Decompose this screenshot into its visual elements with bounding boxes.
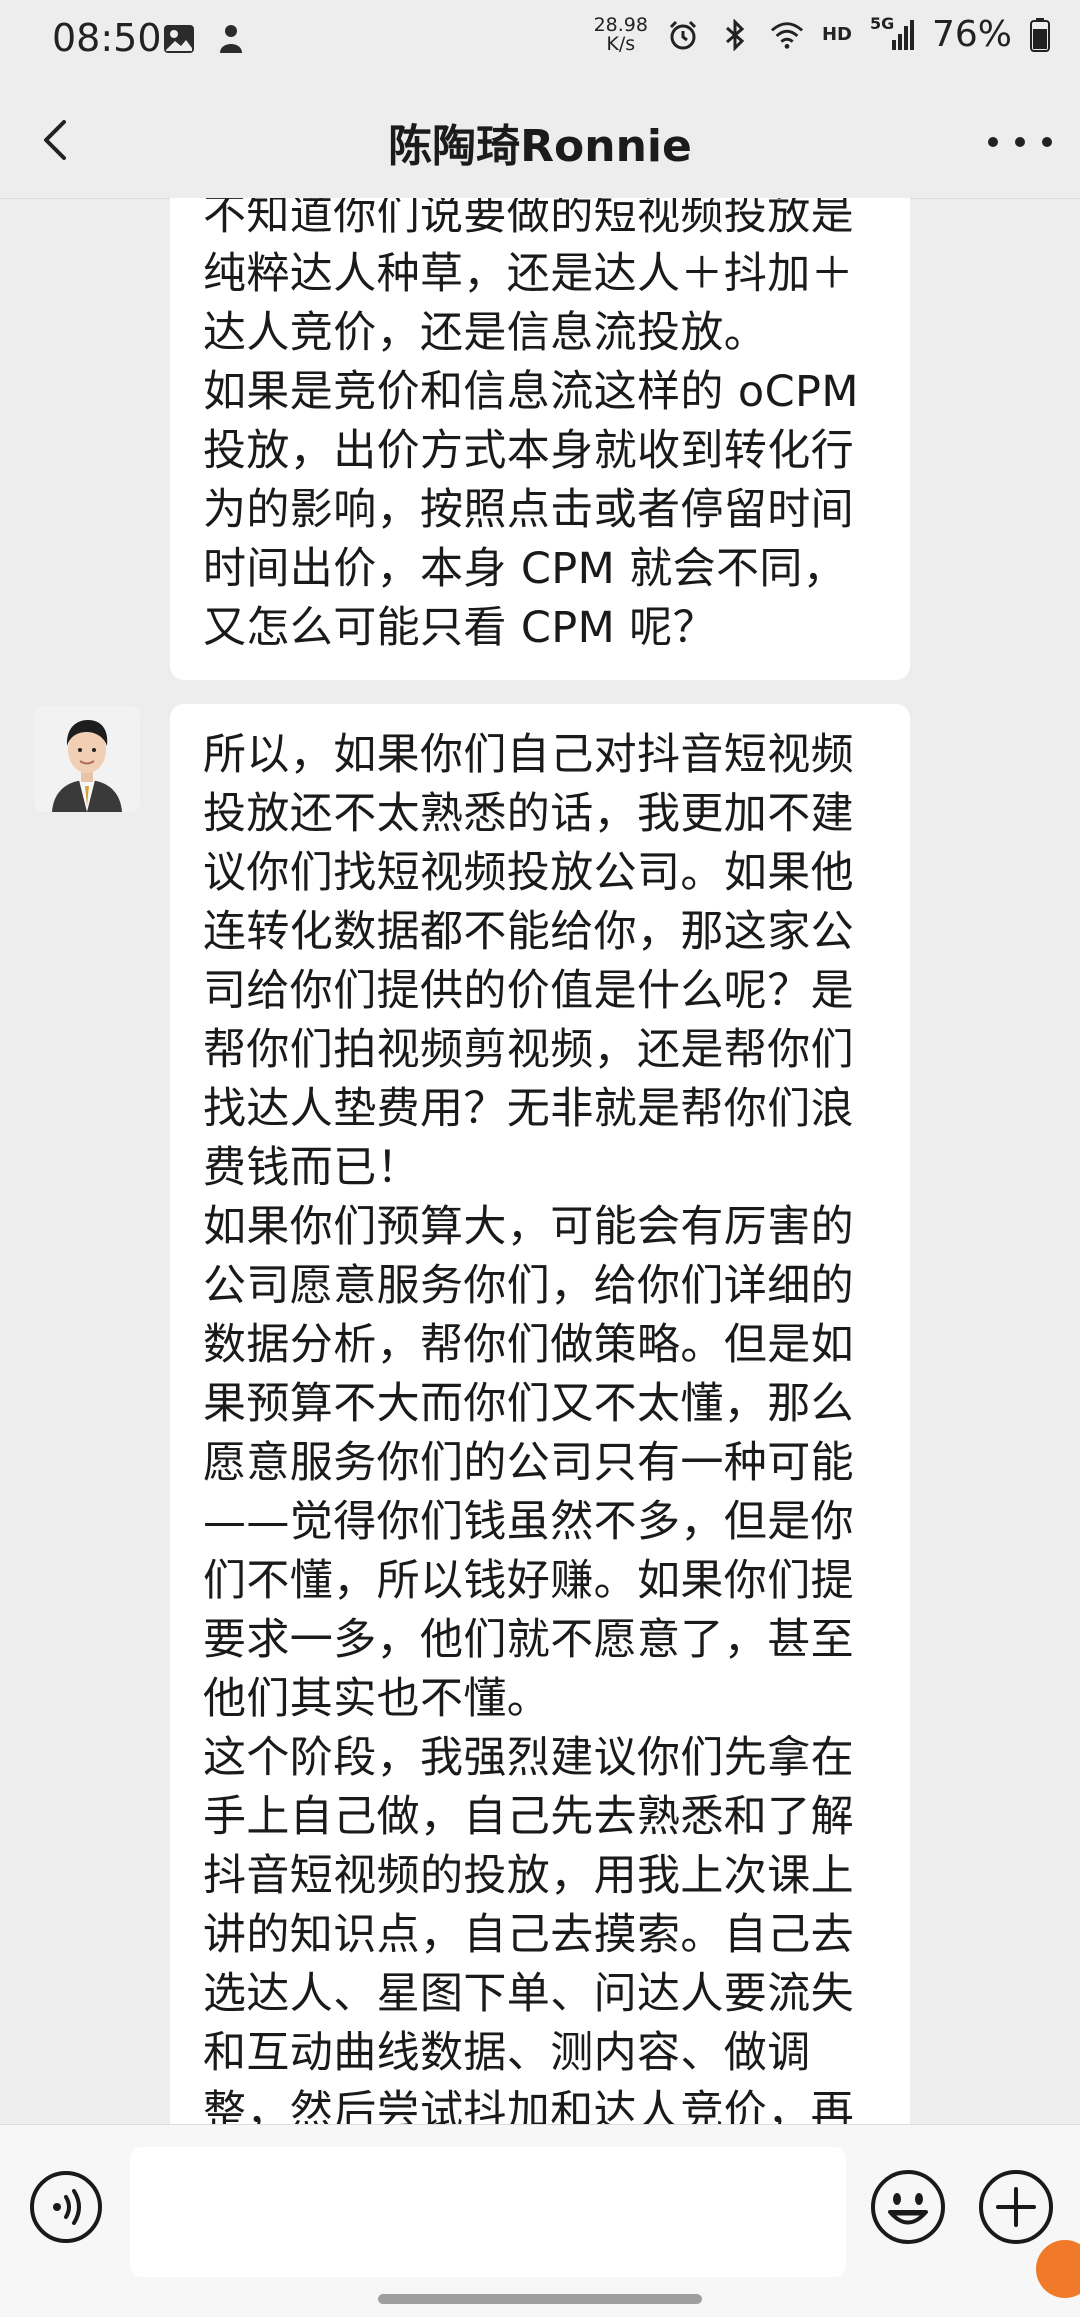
alarm-icon xyxy=(666,18,700,52)
message-input[interactable] xyxy=(130,2147,846,2277)
wifi-icon xyxy=(770,18,804,52)
status-bar: 08:50 28.98 K/s HD 5G 76% xyxy=(0,0,1080,82)
status-time: 08:50 xyxy=(52,16,162,60)
avatar-image xyxy=(34,706,140,812)
message-paragraph: 这个阶段，我强烈建议你们先拿在手上自己做，自己先去熟悉和了解抖音短视频的投放，用… xyxy=(203,1733,854,2124)
net-speed-value: 28.98 xyxy=(593,13,648,36)
chat-title: 陈陶琦Ronnie xyxy=(388,121,692,172)
input-bar xyxy=(0,2124,1080,2317)
message-paragraph: 如果是竞价和信息流这样的 oCPM 投放，出价方式本身就收到转化行为的影响，按照… xyxy=(203,367,859,653)
emoji-icon xyxy=(871,2170,945,2244)
cell-signal-icon: 5G xyxy=(870,14,914,52)
emoji-button[interactable] xyxy=(868,2167,948,2247)
plus-icon xyxy=(979,2170,1053,2244)
message-paragraph: 所以，如果你们自己对抖音短视频投放还不太熟悉的话，我更加不建议你们找短视频投放公… xyxy=(203,730,854,1193)
plus-button[interactable] xyxy=(976,2167,1056,2247)
message-bubble[interactable]: 不知道你们说要做的短视频投放是纯粹达人种草，还是达人＋抖加＋达人竞价，还是信息流… xyxy=(170,198,910,680)
more-dot xyxy=(1015,137,1025,147)
home-indicator[interactable] xyxy=(378,2294,702,2304)
net-speed: 28.98 K/s xyxy=(593,13,648,55)
net-speed-unit: K/s xyxy=(606,32,636,55)
battery-percent: 76% xyxy=(931,14,1012,55)
bot-icon xyxy=(214,22,248,56)
voice-icon xyxy=(30,2171,102,2243)
network-type-label: HD xyxy=(821,24,852,45)
bluetooth-icon xyxy=(718,18,752,52)
avatar[interactable] xyxy=(34,706,140,812)
status-notification-icons xyxy=(162,22,248,56)
chat-message-list[interactable]: 不知道你们说要做的短视频投放是纯粹达人种草，还是达人＋抖加＋达人竞价，还是信息流… xyxy=(0,198,1080,2124)
battery-icon xyxy=(1030,17,1050,52)
more-dot xyxy=(988,137,998,147)
more-dot xyxy=(1042,137,1052,147)
voice-button[interactable] xyxy=(28,2169,104,2245)
message-paragraph: 如果你们预算大，可能会有厉害的公司愿意服务你们，给你们详细的数据分析，帮你们做策… xyxy=(203,1202,854,1724)
gallery-icon xyxy=(162,22,196,56)
status-right-area: 28.98 K/s HD 5G 76% xyxy=(594,14,1050,55)
chat-header: 陈陶琦Ronnie xyxy=(0,82,1080,199)
message-bubble[interactable]: 所以，如果你们自己对抖音短视频投放还不太熟悉的话，我更加不建议你们找短视频投放公… xyxy=(170,704,910,2124)
more-button[interactable] xyxy=(988,122,1052,162)
cell-type-label: 5G xyxy=(869,13,895,33)
message-paragraph: 不知道你们说要做的短视频投放是纯粹达人种草，还是达人＋抖加＋达人竞价，还是信息流… xyxy=(203,198,854,358)
